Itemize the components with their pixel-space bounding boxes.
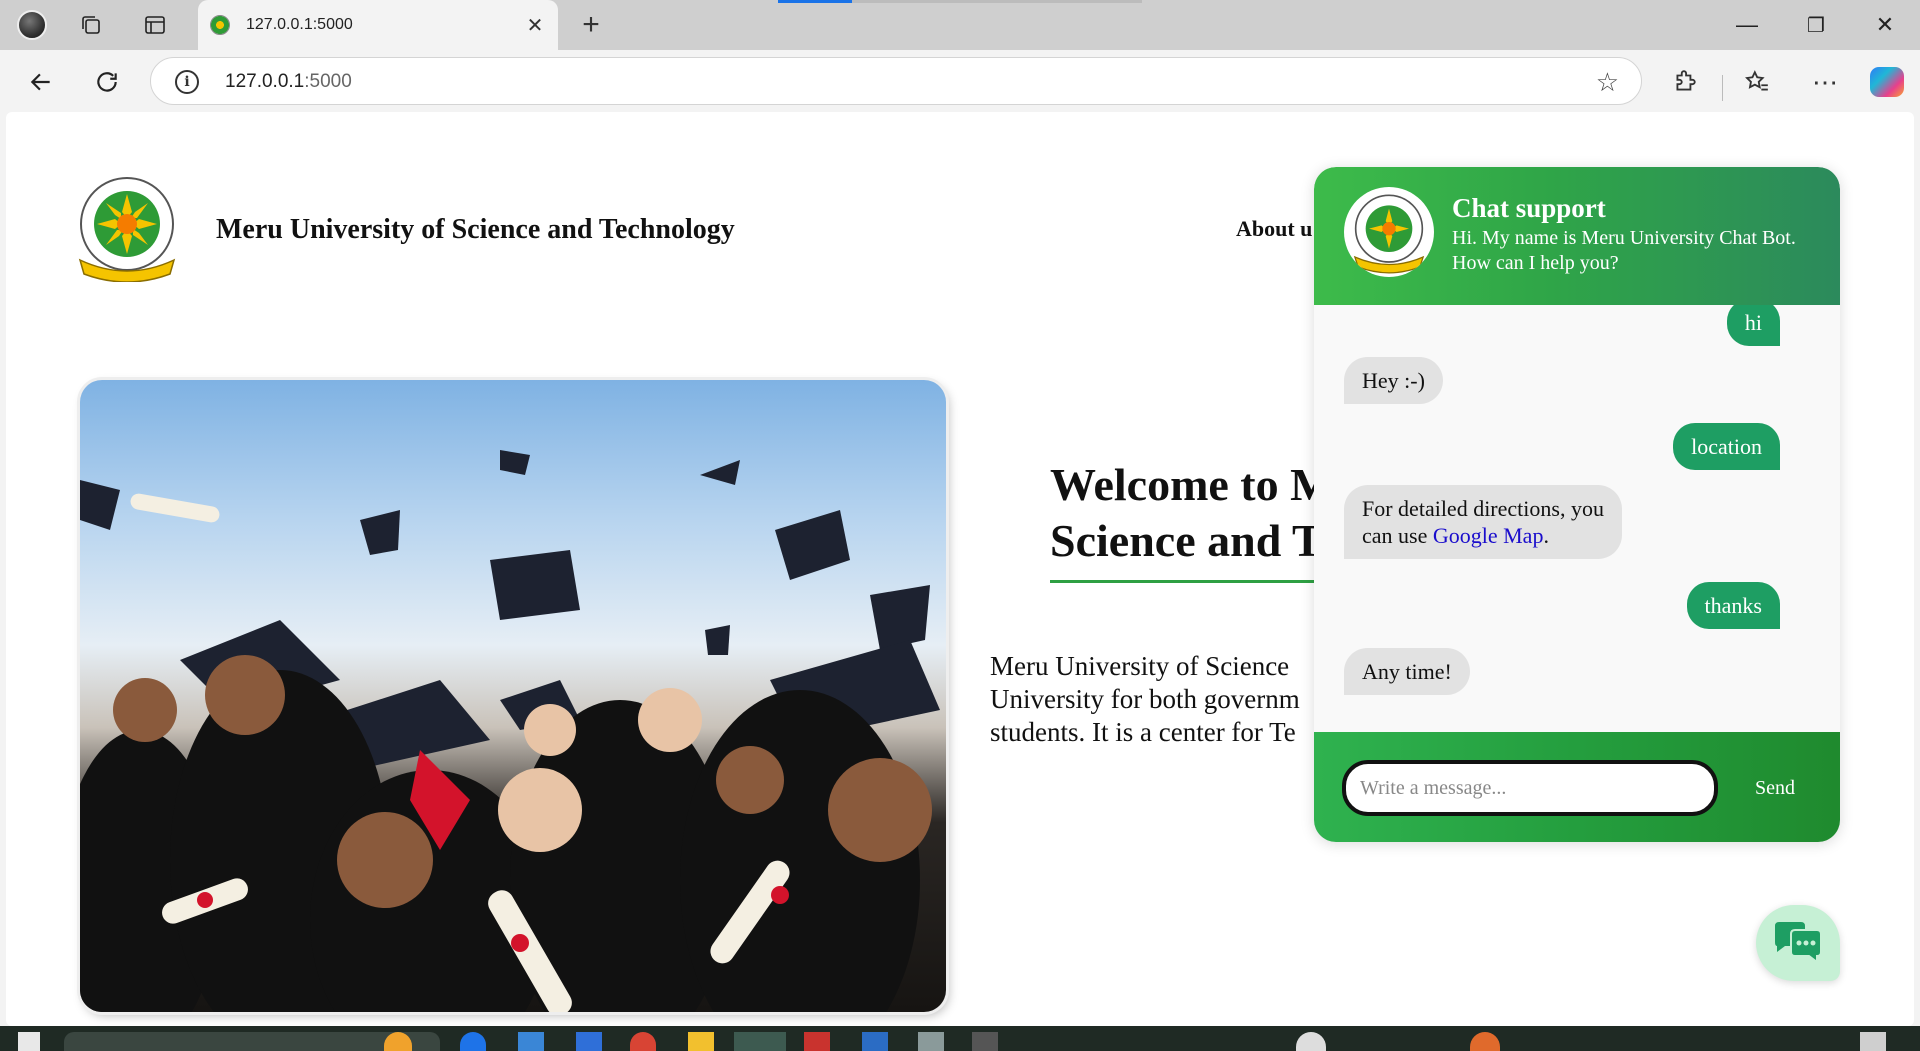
explorer-taskbar-icon[interactable] bbox=[688, 1032, 714, 1051]
chat-bubbles-icon bbox=[1775, 922, 1822, 964]
university-logo bbox=[78, 177, 176, 282]
os-taskbar bbox=[0, 1026, 1920, 1051]
app-taskbar-icon[interactable] bbox=[576, 1032, 602, 1051]
chat-header: Chat support Hi. My name is Meru Univers… bbox=[1314, 167, 1840, 305]
site-info-icon[interactable]: i bbox=[175, 70, 199, 94]
graduation-hero-image bbox=[80, 380, 946, 1012]
app2-taskbar-icon[interactable] bbox=[804, 1032, 830, 1051]
send-button[interactable]: Send bbox=[1738, 766, 1812, 810]
user-message: hi bbox=[1726, 305, 1780, 346]
browser-tab-bar: 127.0.0.1:5000 ✕ + — ❐ ✕ bbox=[0, 0, 1920, 50]
app3-taskbar-icon[interactable] bbox=[918, 1032, 944, 1051]
heading-underline bbox=[1050, 580, 1340, 583]
address-bar[interactable]: i 127.0.0.1:5000 ☆ bbox=[150, 57, 1642, 105]
workspaces-button[interactable] bbox=[74, 9, 108, 41]
nav-about-link[interactable]: About u bbox=[1236, 216, 1312, 242]
favorite-star-icon[interactable]: ☆ bbox=[1596, 67, 1619, 98]
refresh-button[interactable] bbox=[88, 64, 126, 100]
word-taskbar-icon[interactable] bbox=[862, 1032, 888, 1051]
active-tab[interactable]: 127.0.0.1:5000 ✕ bbox=[198, 0, 558, 50]
start-icon[interactable] bbox=[18, 1032, 40, 1051]
extensions-button[interactable] bbox=[1666, 64, 1704, 100]
copilot-button[interactable] bbox=[1868, 64, 1906, 100]
user-message: thanks bbox=[1686, 582, 1780, 629]
intro-paragraph: Meru University of Science University fo… bbox=[990, 651, 1300, 747]
chat-message-list: hi Hey :-) location For detailed directi… bbox=[1314, 305, 1840, 732]
edge-taskbar-icon[interactable] bbox=[460, 1032, 486, 1051]
notification-center-icon[interactable] bbox=[1860, 1032, 1886, 1051]
chatbot-avatar bbox=[1344, 187, 1434, 277]
user-message: location bbox=[1673, 423, 1780, 470]
refresh-icon bbox=[97, 72, 117, 92]
bot-message: Hey :-) bbox=[1344, 357, 1443, 404]
copilot-icon bbox=[1870, 67, 1904, 97]
chat-footer: Send bbox=[1314, 732, 1840, 842]
url-text: 127.0.0.1:5000 bbox=[225, 71, 352, 92]
back-icon bbox=[30, 73, 50, 91]
new-tab-button[interactable]: + bbox=[574, 9, 608, 41]
page-viewport: Meru University of Science and Technolog… bbox=[6, 112, 1914, 1026]
notification-app-icon[interactable] bbox=[1470, 1032, 1500, 1051]
chrome-taskbar-icon[interactable] bbox=[630, 1032, 656, 1051]
favorites-icon bbox=[1745, 70, 1768, 91]
browser-toolbar: i 127.0.0.1:5000 ☆ ⋯ bbox=[0, 50, 1920, 112]
more-button[interactable]: ⋯ bbox=[1806, 64, 1844, 100]
chat-title: Chat support bbox=[1452, 193, 1606, 223]
site-title: Meru University of Science and Technolog… bbox=[216, 214, 735, 245]
minimize-button[interactable]: — bbox=[1724, 8, 1770, 42]
loading-bar bbox=[778, 0, 1142, 3]
welcome-heading: Welcome to M Science and T bbox=[1050, 459, 1334, 566]
extensions-icon bbox=[1676, 70, 1696, 91]
tray-app-icon[interactable] bbox=[1296, 1032, 1326, 1051]
bot-message: For detailed directions, you can use Goo… bbox=[1344, 485, 1622, 559]
workspaces-icon bbox=[82, 16, 100, 34]
toolbar-divider bbox=[1722, 75, 1723, 101]
google-map-link[interactable]: Google Map bbox=[1433, 523, 1544, 548]
tab-close-button[interactable]: ✕ bbox=[522, 12, 548, 38]
bot-message: Any time! bbox=[1344, 648, 1470, 695]
profile-icon bbox=[17, 10, 47, 40]
chat-greeting: Hi. My name is Meru University Chat Bot.… bbox=[1452, 227, 1796, 274]
chat-toggle-button[interactable] bbox=[1756, 905, 1840, 981]
favorites-button[interactable] bbox=[1738, 64, 1776, 100]
restore-button[interactable]: ❐ bbox=[1793, 8, 1839, 42]
message-input[interactable] bbox=[1342, 760, 1718, 816]
store-taskbar-icon[interactable] bbox=[518, 1032, 544, 1051]
back-button[interactable] bbox=[22, 64, 60, 100]
site-favicon bbox=[210, 15, 230, 35]
tab-actions-button[interactable] bbox=[138, 9, 172, 41]
terminal-taskbar-icon[interactable] bbox=[972, 1032, 998, 1051]
chat-support-window: Chat support Hi. My name is Meru Univers… bbox=[1314, 167, 1840, 842]
tab-title: 127.0.0.1:5000 bbox=[246, 16, 353, 33]
more-icon: ⋯ bbox=[1812, 66, 1838, 97]
active-browser-taskbar-icon[interactable] bbox=[734, 1032, 786, 1051]
profile-button[interactable] bbox=[12, 9, 52, 41]
tab-actions-icon bbox=[145, 16, 165, 34]
close-window-button[interactable]: ✕ bbox=[1862, 8, 1908, 42]
